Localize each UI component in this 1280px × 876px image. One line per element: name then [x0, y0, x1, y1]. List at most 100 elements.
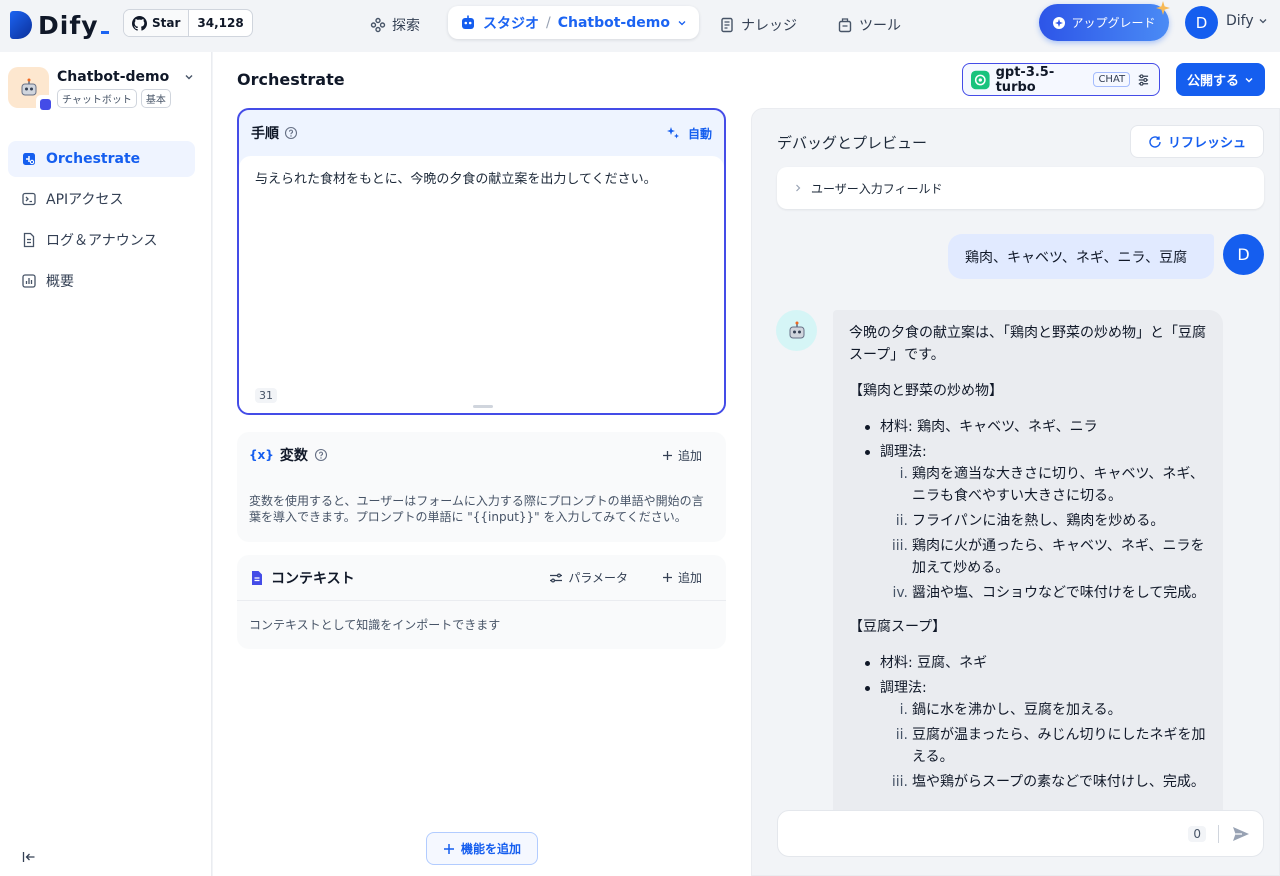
- answer-intro: 今晩の夕食の献立案は、「鶏肉と野菜の炒め物」と「豆腐スープ」です。: [849, 325, 1206, 363]
- chart-icon: [22, 274, 36, 288]
- refresh-button[interactable]: リフレッシュ: [1130, 125, 1264, 158]
- publish-button[interactable]: 公開する: [1176, 63, 1265, 96]
- sidebar-item-logs[interactable]: ログ＆アナウンス: [8, 222, 195, 258]
- chevron-down-icon[interactable]: [183, 71, 195, 83]
- plus-icon: [443, 843, 454, 854]
- dify-logo-mark: [10, 11, 32, 39]
- upgrade-label: アップグレード: [1071, 16, 1156, 30]
- parameters-label: パラメータ: [568, 571, 628, 585]
- sidebar-item-api[interactable]: APIアクセス: [8, 181, 195, 217]
- nav-knowledge[interactable]: ナレッジ: [719, 11, 797, 39]
- chevron-down-icon[interactable]: [677, 18, 687, 28]
- nav-explore[interactable]: 探索: [370, 11, 420, 39]
- magic-sparkle-icon: [666, 127, 679, 139]
- input-char-count: 0: [1188, 825, 1206, 842]
- nav-tools-label: ツール: [859, 18, 901, 34]
- app-name: Chatbot-demo: [57, 69, 170, 85]
- add-feature-label: 機能を追加: [460, 842, 521, 856]
- prompt-editor: 手順 自動 与えられた食材をもとに、今晩の夕食の献立案を出力してください。 31: [237, 108, 726, 415]
- resize-handle[interactable]: [473, 405, 493, 408]
- list-item: 材料: 豆腐、ネギ: [863, 652, 1207, 674]
- sidebar: Chatbot-demo チャットボット 基本 Orchestrate APIア…: [0, 52, 212, 876]
- list-item: 調理法: i. 鍋に水を沸かし、豆腐を加える。 ii. 豆腐が温まったら、みじん切り…: [863, 677, 1207, 793]
- variables-description: 変数を使用すると、ユーザーはフォームに入力する際にプロンプトの単語や開始の言葉を…: [249, 494, 704, 524]
- prompt-char-count: 31: [255, 388, 277, 403]
- dish-title: 【鶏肉と野菜の炒め物】: [849, 383, 1003, 399]
- document-icon: [23, 232, 35, 248]
- user-name: Dify: [1226, 13, 1254, 29]
- nav-studio[interactable]: スタジオ / Chatbot-demo: [448, 6, 699, 39]
- list-item: 材料: 鶏肉、キャベツ、ネギ、ニラ: [863, 416, 1207, 438]
- variables-title: 変数: [279, 448, 308, 464]
- upgrade-button[interactable]: アップグレード: [1039, 4, 1169, 41]
- collapse-sidebar-icon[interactable]: [22, 850, 36, 864]
- debug-title: デバッグとプレビュー: [777, 134, 928, 152]
- add-context-button[interactable]: 追加: [662, 569, 702, 586]
- user-input-field-toggle[interactable]: ユーザー入力フィールド: [777, 167, 1264, 209]
- prompt-textarea[interactable]: 与えられた食材をもとに、今晩の夕食の献立案を出力してください。 31: [239, 156, 724, 413]
- divider: [1218, 824, 1219, 843]
- nav-studio-label: スタジオ: [483, 15, 539, 32]
- context-parameters-button[interactable]: パラメータ: [549, 569, 628, 586]
- bot-avatar: [776, 310, 817, 351]
- help-icon[interactable]: [314, 448, 328, 462]
- file-icon: [252, 570, 262, 585]
- github-star-count: 34,128: [197, 16, 244, 30]
- sidebar-item-overview[interactable]: 概要: [8, 263, 195, 299]
- model-mode-badge: CHAT: [1093, 72, 1131, 87]
- step-item: iii. 鶏肉に火が通ったら、キャベツ、ネギ、ニラを加えて炒める。: [891, 538, 1205, 576]
- github-star-button[interactable]: Star 34,128: [123, 9, 253, 37]
- prompt-text: 与えられた食材をもとに、今晩の夕食の献立案を出力してください。: [255, 172, 657, 187]
- sidebar-item-orchestrate[interactable]: Orchestrate: [8, 141, 195, 177]
- chevron-right-icon: [796, 184, 801, 192]
- dify-logo-text: Dify: [38, 11, 109, 40]
- breadcrumb-separator: /: [546, 14, 551, 31]
- prompt-title: 手順: [251, 126, 279, 142]
- send-icon[interactable]: [1231, 824, 1251, 844]
- github-icon: [132, 15, 147, 31]
- method-label: 調理法:: [880, 444, 927, 460]
- step-item: iii. 塩や鶏がらスープの素などで味付けし、完成。: [891, 774, 1205, 790]
- app-tags: チャットボット 基本: [57, 89, 171, 108]
- add-feature-button[interactable]: 機能を追加: [426, 832, 538, 865]
- user-message: 鶏肉、キャベツ、ネギ、ニラ、豆腐: [948, 234, 1214, 279]
- app-icon[interactable]: [8, 67, 54, 113]
- user-avatar[interactable]: D: [1185, 6, 1218, 39]
- nav-explore-label: 探索: [392, 18, 420, 34]
- user-menu[interactable]: Dify: [1226, 13, 1268, 29]
- step-item: ii. フライパンに油を熱し、鶏肉を炒める。: [895, 513, 1165, 529]
- prompt-header: 手順 自動: [239, 110, 724, 156]
- parameters-icon: [550, 572, 563, 583]
- add-label: 追加: [677, 448, 702, 463]
- help-icon[interactable]: [284, 126, 298, 140]
- dify-logo[interactable]: Dify: [10, 8, 109, 42]
- app-type-badge: [36, 95, 54, 113]
- plus-icon: [662, 573, 672, 582]
- model-selector[interactable]: gpt-3.5-turbo CHAT: [962, 63, 1160, 96]
- dish-list: 材料: 豆腐、ネギ 調理法: i. 鍋に水を沸かし、豆腐を加える。 ii. 豆腐が温…: [863, 652, 1207, 793]
- step-list: i. 鶏肉を適当な大きさに切り、キャベツ、ネギ、ニラも食べやすい大きさに切る。 i…: [890, 463, 1207, 604]
- add-variable-button[interactable]: 追加: [662, 447, 702, 464]
- nav-app-name[interactable]: Chatbot-demo: [558, 15, 670, 31]
- publish-label: 公開する: [1186, 74, 1239, 89]
- app-tag: 基本: [140, 89, 171, 108]
- step-list: i. 鍋に水を沸かし、豆腐を加える。 ii. 豆腐が温まったら、みじん切りにしたネギ…: [890, 699, 1207, 793]
- openai-icon: [971, 70, 990, 89]
- settings-sliders-icon[interactable]: [1136, 72, 1151, 88]
- refresh-icon: [1149, 135, 1161, 148]
- step-item: ii. 豆腐が温まったら、みじん切りにしたネギを加える。: [895, 727, 1206, 765]
- star-sparkle-icon: [1156, 1, 1170, 15]
- page-title: Orchestrate: [237, 70, 345, 89]
- auto-generate-button[interactable]: 自動: [666, 125, 712, 142]
- chat-input[interactable]: 0: [777, 810, 1264, 857]
- step-item: iv. 醤油や塩、コショウなどで味付けをして完成。: [892, 585, 1206, 601]
- sparkle-icon: [1053, 16, 1066, 29]
- plus-icon: [662, 450, 672, 460]
- orchestrate-icon: [23, 153, 35, 165]
- sidebar-item-label: 概要: [46, 274, 74, 290]
- nav-tools[interactable]: ツール: [837, 11, 901, 39]
- refresh-label: リフレッシュ: [1167, 136, 1246, 151]
- context-card: コンテキスト パラメータ 追加 コンテキストとして知識をインポートできます: [237, 555, 726, 649]
- user-message-avatar: D: [1223, 234, 1264, 275]
- nav-knowledge-label: ナレッジ: [741, 18, 797, 34]
